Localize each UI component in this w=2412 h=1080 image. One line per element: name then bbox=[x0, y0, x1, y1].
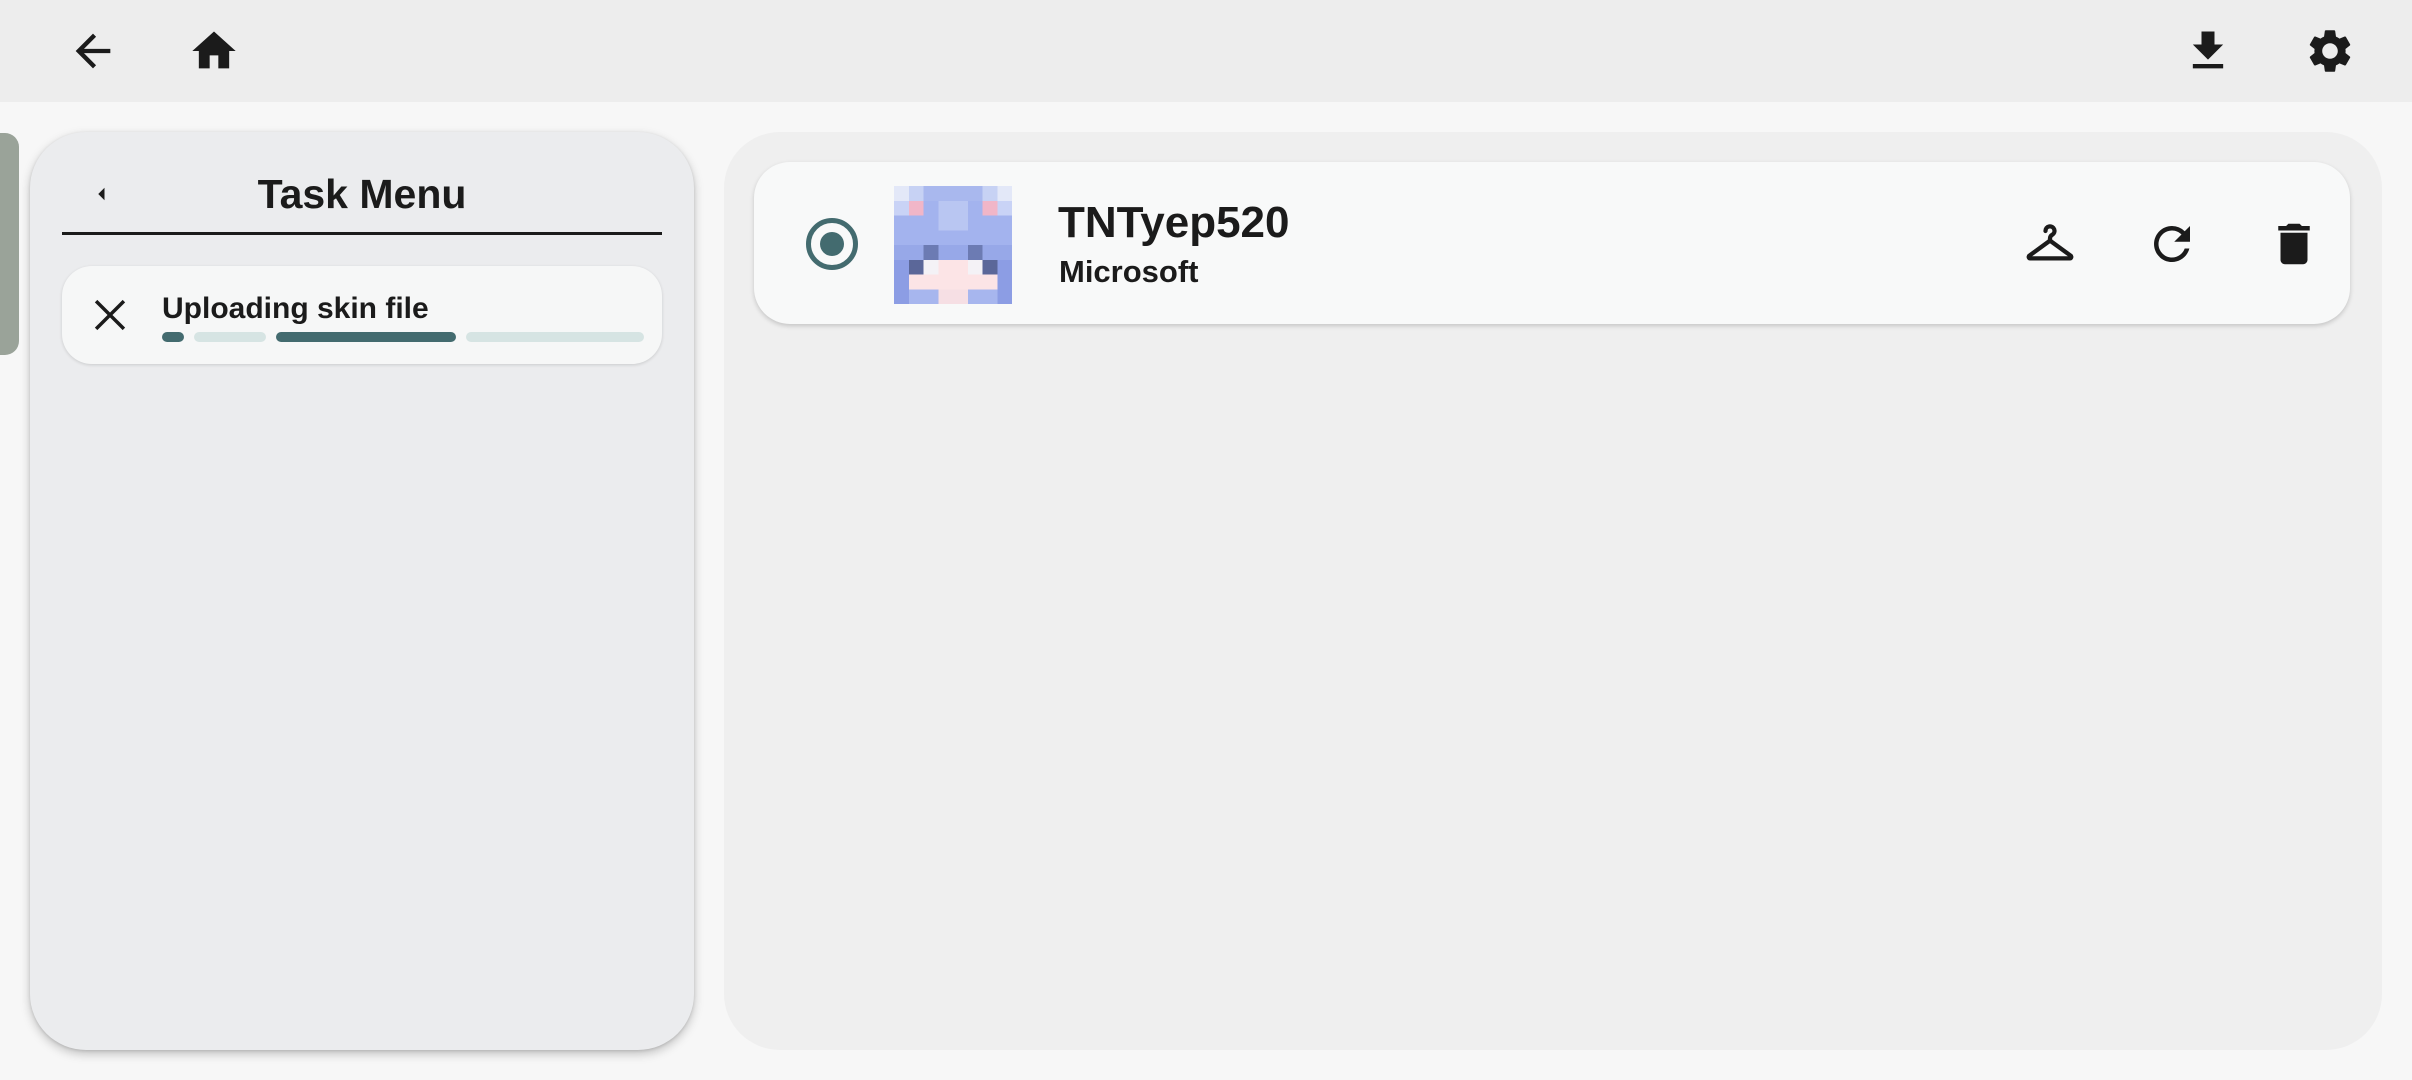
account-name: TNTyep520 bbox=[1058, 198, 1290, 247]
accounts-panel: TNTyep520 Microsoft bbox=[724, 132, 2382, 1050]
refresh-icon bbox=[2154, 226, 2190, 262]
account-select-radio[interactable] bbox=[806, 218, 858, 270]
drawer-edge-handle[interactable] bbox=[0, 133, 19, 355]
task-item: Uploading skin file bbox=[62, 266, 662, 364]
back-button[interactable] bbox=[61, 19, 125, 83]
download-icon bbox=[2192, 31, 2224, 69]
settings-button[interactable] bbox=[2298, 19, 2362, 83]
task-menu-title: Task Menu bbox=[257, 171, 467, 217]
gear-icon bbox=[2309, 30, 2351, 72]
home-button[interactable] bbox=[182, 19, 246, 83]
trash-icon bbox=[2278, 223, 2310, 265]
skin-head-avatar bbox=[894, 186, 1012, 304]
task-menu-panel: Task Menu Uploading skin file bbox=[30, 132, 694, 1050]
account-type: Microsoft bbox=[1059, 254, 1199, 289]
arrow-left-icon bbox=[75, 33, 111, 69]
account-card[interactable]: TNTyep520 Microsoft bbox=[754, 162, 2350, 324]
divider bbox=[62, 232, 662, 235]
task-label: Uploading skin file bbox=[162, 292, 429, 325]
delete-account-button[interactable] bbox=[2262, 212, 2326, 276]
home-icon bbox=[192, 31, 236, 69]
hanger-icon bbox=[2026, 224, 2074, 261]
refresh-account-button[interactable] bbox=[2140, 212, 2204, 276]
change-skin-button[interactable] bbox=[2018, 212, 2082, 276]
close-icon bbox=[94, 299, 126, 331]
top-bar bbox=[0, 0, 2412, 102]
avatar bbox=[894, 186, 1012, 304]
task-progress-bar bbox=[162, 332, 644, 342]
cancel-task-button[interactable] bbox=[86, 291, 134, 339]
download-button[interactable] bbox=[2176, 19, 2240, 83]
